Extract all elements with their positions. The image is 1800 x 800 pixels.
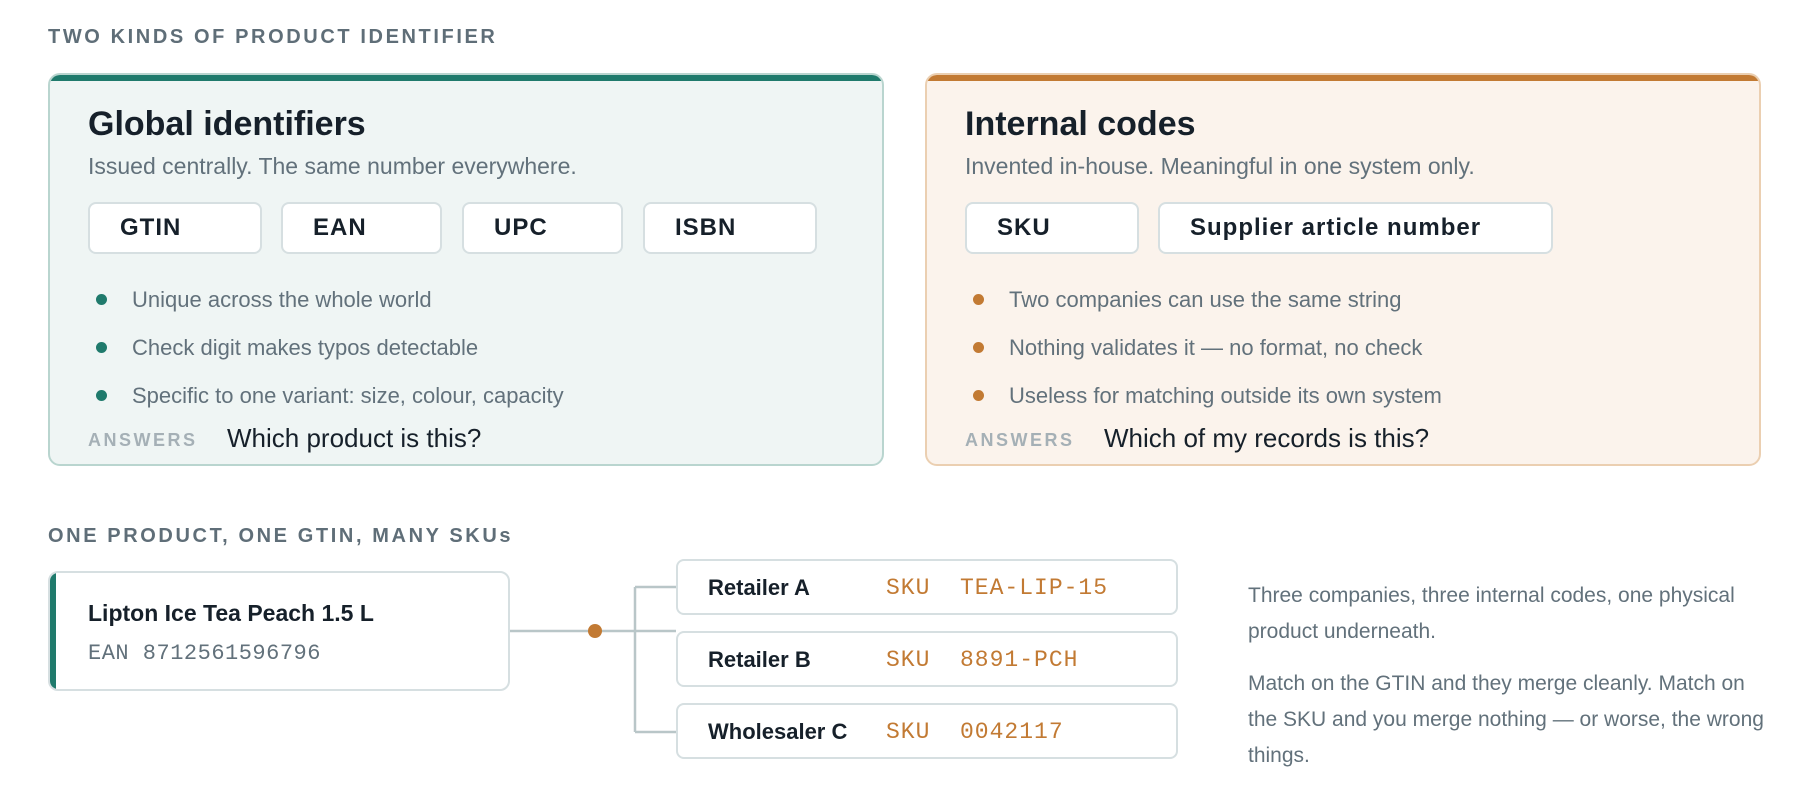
connector-node-dot <box>588 624 602 638</box>
sku-label: SKU <box>886 647 931 673</box>
note-paragraph-2: Match on the GTIN and they merge cleanly… <box>1248 672 1764 767</box>
sku-code: 0042117 <box>960 719 1064 745</box>
sku-label: SKU <box>886 719 931 745</box>
retailer-row: Wholesaler C SKU 0042117 <box>676 703 1178 759</box>
retailer-row: Retailer A SKU TEA-LIP-15 <box>676 559 1178 615</box>
retailer-row: Retailer B SKU 8891-PCH <box>676 631 1178 687</box>
retailer-name: Wholesaler C <box>708 719 848 744</box>
sku-code: TEA-LIP-15 <box>960 575 1109 601</box>
note-paragraph-1: Three companies, three internal codes, o… <box>1248 584 1735 643</box>
retailer-name: Retailer B <box>708 647 811 672</box>
retailer-name: Retailer A <box>708 575 810 600</box>
sku-label: SKU <box>886 575 931 601</box>
sku-code: 8891-PCH <box>960 647 1079 673</box>
